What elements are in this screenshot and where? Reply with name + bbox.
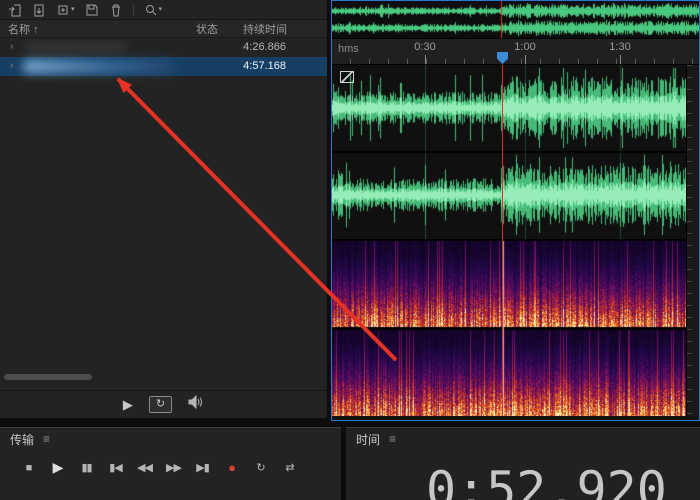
horizontal-scrollbar[interactable] (0, 372, 327, 382)
file-name-redacted (24, 60, 174, 73)
ruler-unit-label: hms (338, 43, 359, 55)
transport-panel: 传输 ≡ ■ ▶ ▮▮ ▮◀ ◀◀ ▶▶ ▶▮ ● ↻ ⇄ (0, 427, 341, 500)
delete-button[interactable] (109, 3, 123, 17)
overview-waveform[interactable] (332, 1, 699, 38)
sort-ascending-icon: ↑ (33, 23, 39, 36)
files-toolbar: ▾ ▾ (0, 0, 327, 20)
file-row-selected[interactable]: › 4:57.168 (0, 57, 327, 76)
tick-label: 1:00 (514, 41, 536, 53)
expand-chevron-icon[interactable]: › (10, 41, 13, 52)
spectrogram-display[interactable] (332, 241, 686, 416)
file-duration: 4:26.866 (243, 41, 286, 53)
time-panel: 时间 ≡ 0:52.920 (346, 427, 700, 500)
skip-to-start-button[interactable]: ▮◀ (101, 461, 130, 474)
transport-panel-tab[interactable]: 传输 (10, 431, 34, 448)
overview-navigator[interactable] (332, 1, 699, 39)
file-name-redacted (26, 43, 126, 52)
timeline-ruler[interactable]: hms 0:30 1:00 1:30 (332, 39, 699, 65)
panel-menu-icon[interactable]: ≡ (389, 432, 396, 446)
loop-preview-button[interactable]: ↻ (148, 396, 173, 413)
ruler-major-tick (525, 55, 526, 64)
chevron-down-icon: ▾ (71, 6, 75, 13)
waveform-display[interactable] (332, 65, 686, 239)
fast-forward-button[interactable]: ▶▶ (159, 461, 188, 474)
time-panel-tab[interactable]: 时间 (356, 431, 380, 448)
rewind-button[interactable]: ◀◀ (130, 461, 159, 474)
ruler-minor-ticks (332, 59, 699, 64)
import-and-open-button[interactable] (32, 3, 46, 17)
files-panel: ▾ ▾ 名称 ↑ 状态 持续时间 › 4:26.866 › 4:57.168 ▶… (0, 0, 327, 418)
column-header-status[interactable]: 状态 (196, 21, 218, 37)
file-duration: 4:57.168 (243, 60, 286, 72)
record-button[interactable]: ● (217, 460, 246, 475)
waveform-editor-panel: hms 0:30 1:00 1:30 (331, 0, 700, 421)
import-file-button[interactable] (8, 3, 22, 17)
panel-menu-icon[interactable]: ≡ (43, 432, 50, 446)
play-button[interactable]: ▶ (43, 459, 72, 476)
search-button[interactable]: ▾ (144, 3, 163, 17)
column-header-name[interactable]: 名称 ↑ (8, 21, 39, 37)
chevron-down-icon: ▾ (158, 6, 163, 13)
stop-button[interactable]: ■ (14, 462, 43, 474)
toolbar-divider (132, 3, 134, 16)
loop-playback-button[interactable]: ↻ (246, 461, 275, 474)
preview-play-button[interactable]: ▶ (123, 397, 133, 413)
skim-button[interactable]: ⇄ (275, 461, 304, 474)
tick-label: 0:30 (414, 41, 436, 53)
transport-controls: ■ ▶ ▮▮ ▮◀ ◀◀ ▶▶ ▶▮ ● ↻ ⇄ (0, 459, 341, 476)
auto-play-speaker-icon[interactable] (188, 394, 204, 414)
file-row[interactable]: › 4:26.866 (0, 38, 327, 57)
expand-chevron-icon[interactable]: › (10, 60, 13, 71)
skip-to-end-button[interactable]: ▶▮ (188, 461, 217, 474)
files-column-headers: 名称 ↑ 状态 持续时间 (0, 20, 327, 38)
column-header-duration[interactable]: 持续时间 (243, 21, 287, 37)
save-button[interactable] (85, 3, 99, 17)
waveform-display-area[interactable] (332, 65, 686, 239)
scrollbar-thumb[interactable] (4, 374, 92, 380)
ruler-major-tick (620, 55, 621, 64)
pause-button[interactable]: ▮▮ (72, 461, 101, 474)
tick-label: 1:30 (609, 41, 631, 53)
spectrogram-display-area[interactable] (332, 241, 686, 416)
new-content-button[interactable]: ▾ (56, 3, 75, 17)
amplitude-ruler (686, 65, 699, 416)
ruler-major-tick (425, 55, 426, 64)
channel-mode-icon[interactable] (340, 71, 354, 83)
time-display[interactable]: 0:52.920 (426, 461, 667, 500)
playhead-line (502, 65, 503, 416)
files-footer: ▶ ↻ (0, 390, 327, 418)
